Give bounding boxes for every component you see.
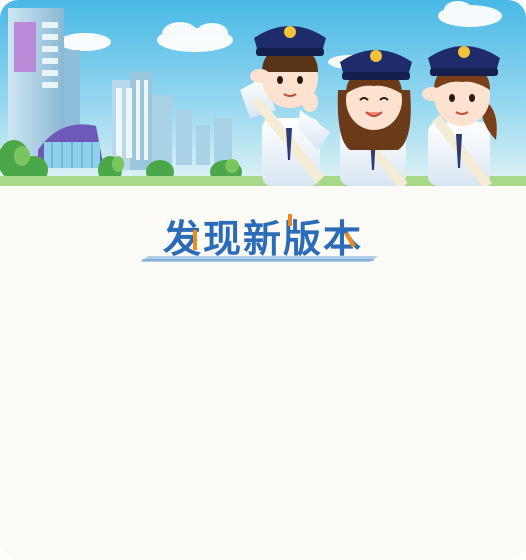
title-accent-mark bbox=[193, 230, 197, 250]
dialog-title: 发现新版本 bbox=[163, 217, 363, 261]
title-accent-mark bbox=[288, 214, 292, 226]
police-officers-illustration bbox=[0, 0, 526, 186]
dialog-title-graphic: 发现新版本 bbox=[140, 214, 378, 262]
title-area: 发现新版本 bbox=[0, 204, 526, 274]
dialog-body bbox=[0, 280, 526, 560]
header-banner bbox=[0, 0, 526, 186]
update-dialog: 发现新版本 bbox=[0, 0, 526, 560]
